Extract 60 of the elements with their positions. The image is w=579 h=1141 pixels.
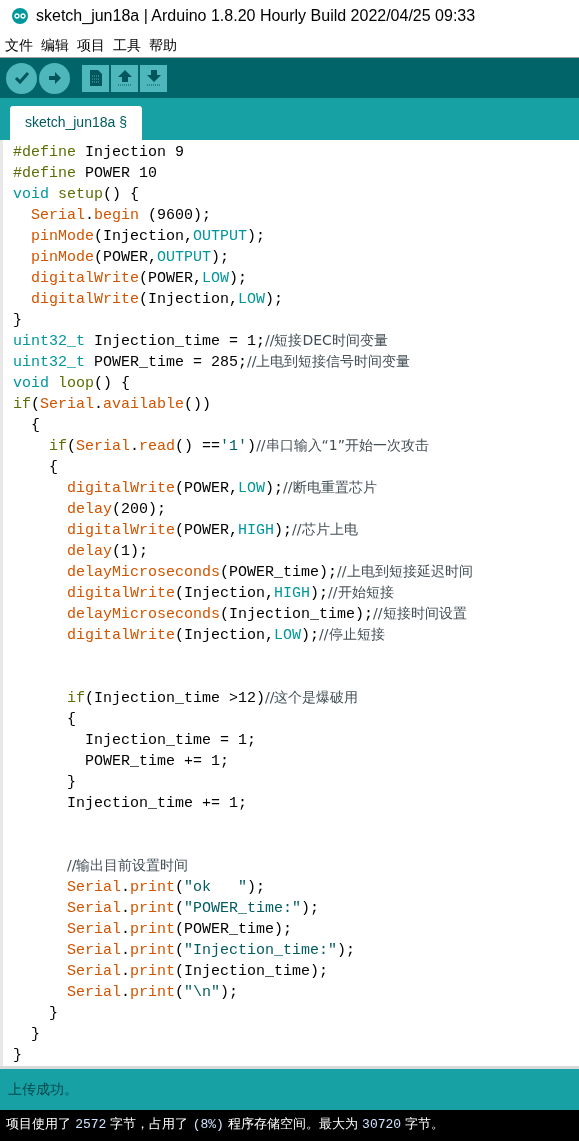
code-line: } [48, 1003, 58, 1024]
code-line: { [66, 709, 76, 730]
code-line: digitalWrite(POWER,LOW);//断电重置芯片 [66, 478, 377, 500]
code-line: #define Injection 9 [13, 142, 185, 163]
code-line: uint32_t Injection_time = 1;//短接DEC时间变量 [13, 331, 388, 353]
menu-item[interactable]: 编辑 [41, 34, 69, 56]
arrow-right-icon [47, 71, 62, 86]
checkmark-icon [13, 71, 30, 86]
save-button[interactable] [140, 64, 167, 92]
code-line: Serial.print("\n"); [66, 982, 239, 1003]
code-line: Injection_time += 1; [66, 793, 248, 814]
code-line: } [13, 310, 22, 331]
code-line: } [13, 1045, 22, 1066]
upload-button[interactable] [39, 62, 70, 94]
app-logo-icon [12, 8, 28, 25]
code-line: delay(1); [66, 541, 149, 562]
status-message: 上传成功。 [8, 1079, 78, 1099]
window-title: sketch_jun18a | Arduino 1.8.20 Hourly Build 2022/04/25 09:33 [36, 6, 476, 27]
code-line: delayMicroseconds(Injection_time);//短接时间设置 [66, 604, 467, 626]
code-line: } [30, 1024, 40, 1045]
console-message: 项目使用了 2572 字节，占用了 (8%) 程序存储空间。最大为 30720 字节。 [6, 1115, 445, 1135]
code-line: delay(200); [66, 499, 167, 520]
code-line: pinMode(Injection,OUTPUT); [30, 226, 266, 247]
code-line: pinMode(POWER,OUTPUT); [30, 247, 230, 268]
arrow-down-icon [145, 69, 162, 88]
code-line: Serial.print("Injection_time:"); [66, 940, 356, 961]
code-line: if(Serial.available()) [13, 394, 212, 415]
code-line: Serial.print(Injection_time); [66, 961, 329, 982]
verify-button[interactable] [6, 62, 37, 94]
code-line: //输出目前设置时间 [66, 856, 189, 876]
code-line: digitalWrite(Injection,LOW); [30, 289, 284, 310]
code-line: { [30, 415, 40, 436]
new-button[interactable] [82, 64, 109, 92]
code-line: if(Injection_time >12)//这个是爆破用 [66, 688, 359, 710]
open-button[interactable] [111, 64, 138, 92]
code-line: Injection_time = 1; [84, 730, 257, 751]
code-line: uint32_t POWER_time = 285;//上电到短接信号时间变量 [13, 352, 411, 374]
code-line: Serial.print("ok "); [66, 877, 266, 898]
code-line: void setup() { [13, 184, 140, 205]
menu-item[interactable]: 项目 [77, 34, 105, 56]
code-line: { [48, 457, 58, 478]
menu-item[interactable]: 文件 [5, 34, 33, 56]
code-line: digitalWrite(POWER,HIGH);//芯片上电 [66, 520, 358, 542]
code-line: } [66, 772, 76, 793]
menu-item[interactable]: 帮助 [149, 34, 177, 56]
code-line: Serial.print(POWER_time); [66, 919, 293, 940]
code-line: void loop() { [13, 373, 131, 394]
code-line: Serial.begin (9600); [30, 205, 212, 226]
code-line: digitalWrite(Injection,LOW);//停止短接 [66, 625, 385, 647]
code-line: #define POWER 10 [13, 163, 158, 184]
code-line: delayMicroseconds(POWER_time);//上电到短接延迟时间 [66, 562, 473, 584]
menu-item[interactable]: 工具 [113, 34, 141, 56]
code-line: digitalWrite(POWER,LOW); [30, 268, 248, 289]
document-icon [88, 69, 103, 88]
arrow-up-icon [116, 69, 133, 88]
code-line: Serial.print("POWER_time:"); [66, 898, 320, 919]
sketch-tab[interactable]: sketch_jun18a § [10, 105, 142, 140]
code-line: if(Serial.read() =='1')//串口输入“1”开始一次攻击 [48, 436, 429, 458]
code-line: digitalWrite(Injection,HIGH);//开始短接 [66, 583, 394, 605]
code-line: POWER_time += 1; [84, 751, 230, 772]
